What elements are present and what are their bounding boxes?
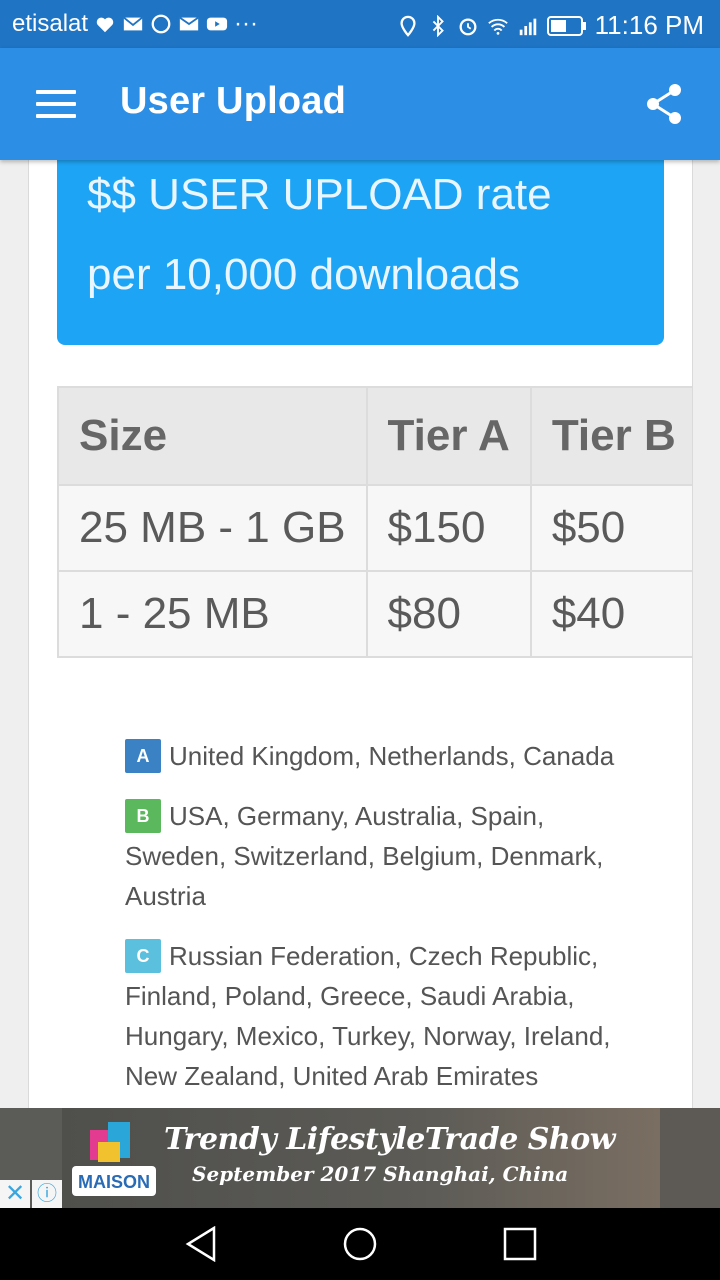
tier-c-badge: C bbox=[125, 939, 161, 973]
status-bar: etisalat ··· 11:16 PM bbox=[0, 0, 720, 48]
tier-a-item: A United Kingdom, Netherlands, Canada bbox=[125, 736, 645, 776]
tier-b-badge: B bbox=[125, 799, 161, 833]
ad-close-button[interactable]: ✕ bbox=[0, 1180, 30, 1208]
rate-banner: $$ USER UPLOAD rate per 10,000 downloads bbox=[57, 160, 664, 345]
header-tier-b: Tier B bbox=[529, 386, 692, 486]
system-nav-bar bbox=[0, 1208, 720, 1280]
share-icon[interactable] bbox=[644, 82, 684, 126]
battery-icon bbox=[546, 15, 586, 36]
table-cell: $40 bbox=[529, 570, 692, 658]
tier-a-countries: United Kingdom, Netherlands, Canada bbox=[169, 741, 615, 771]
ad-subline: September 2017 Shanghai, China bbox=[192, 1162, 569, 1186]
rate-table: Size Tier A Tier B 25 MB - 1 GB $150 $50… bbox=[57, 386, 692, 658]
location-icon bbox=[400, 15, 416, 37]
whatsapp-icon bbox=[151, 14, 171, 34]
banner-line-1: $$ USER UPLOAD rate bbox=[87, 170, 552, 219]
recent-apps-icon[interactable] bbox=[500, 1226, 540, 1262]
tier-b-item: B USA, Germany, Australia, Spain, Sweden,… bbox=[125, 796, 645, 916]
table-cell: $80 bbox=[365, 570, 532, 658]
hamburger-menu-icon[interactable] bbox=[36, 90, 76, 118]
ad-side-panel bbox=[660, 1108, 720, 1208]
tier-c-item: C Russian Federation, Czech Republic, Fin… bbox=[125, 936, 645, 1096]
page-title: User Upload bbox=[120, 80, 347, 122]
content-area[interactable]: $$ USER UPLOAD rate per 10,000 downloads… bbox=[28, 160, 693, 1110]
tier-c-countries: Russian Federation, Czech Republic, Finl… bbox=[125, 941, 611, 1091]
header-tier-a: Tier A bbox=[365, 386, 532, 486]
ad-creative[interactable]: MAISON Trendy LifestyleTrade Show Septem… bbox=[62, 1108, 660, 1208]
table-row: 25 MB - 1 GB $150 $50 bbox=[57, 484, 692, 572]
table-cell: 1 - 25 MB bbox=[57, 570, 368, 658]
health-icon bbox=[96, 17, 114, 33]
home-icon[interactable] bbox=[340, 1226, 380, 1262]
ad-headline: Trendy LifestyleTrade Show bbox=[164, 1122, 616, 1157]
table-cell: 25 MB - 1 GB bbox=[57, 484, 368, 572]
back-icon[interactable] bbox=[182, 1226, 222, 1262]
ad-banner: ✕ ⓘ MAISON Trendy LifestyleTrade Show Se… bbox=[0, 1108, 720, 1208]
clock: 11:16 PM bbox=[594, 10, 704, 40]
header-size: Size bbox=[57, 386, 368, 486]
maison-logo: MAISON bbox=[72, 1122, 156, 1196]
signal-icon bbox=[519, 18, 536, 35]
more-notifications-icon: ··· bbox=[234, 10, 259, 37]
carrier-label: etisalat bbox=[12, 10, 89, 37]
table-cell: $150 bbox=[365, 484, 532, 572]
youtube-icon bbox=[206, 17, 228, 31]
gmail-icon bbox=[123, 16, 143, 31]
wifi-icon bbox=[487, 18, 508, 35]
tier-a-badge: A bbox=[125, 739, 161, 773]
email-icon bbox=[179, 16, 199, 31]
tier-b-countries: USA, Germany, Australia, Spain, Sweden, … bbox=[125, 801, 604, 911]
maison-logo-text: MAISON bbox=[78, 1172, 150, 1192]
table-cell: $50 bbox=[529, 484, 692, 572]
app-bar: User Upload bbox=[0, 48, 720, 160]
alarm-icon bbox=[459, 17, 477, 35]
table-header-row: Size Tier A Tier B bbox=[57, 386, 692, 486]
banner-line-2: per 10,000 downloads bbox=[87, 250, 520, 299]
ad-info-icon[interactable]: ⓘ bbox=[32, 1180, 62, 1208]
table-row: 1 - 25 MB $80 $40 bbox=[57, 570, 692, 658]
bluetooth-icon bbox=[432, 14, 444, 37]
